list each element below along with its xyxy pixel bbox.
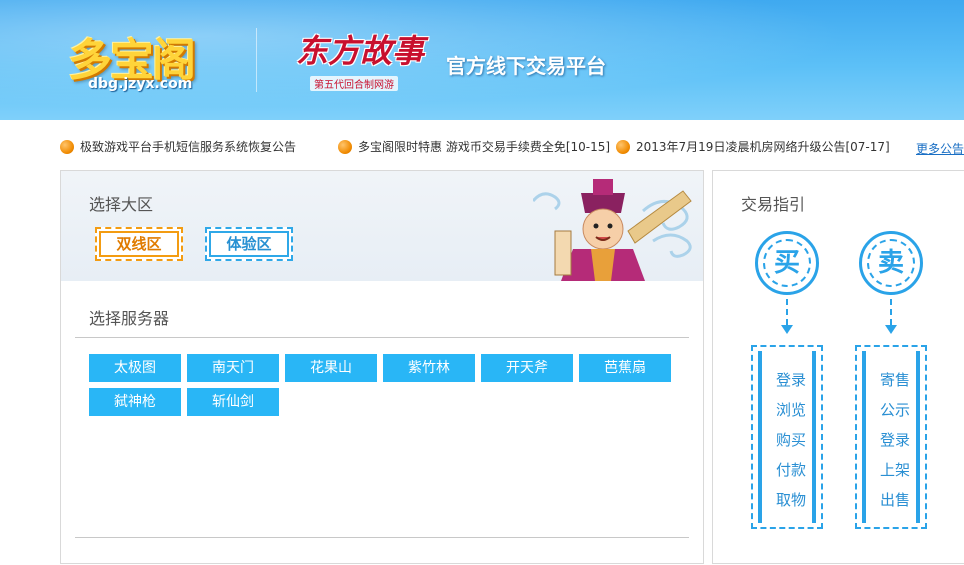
buy-steps-inner: 登录 浏览 购买 付款 取物 (758, 351, 816, 523)
game-logo-subtitle: 第五代回合制网游 (310, 76, 398, 91)
buy-icon: 买 (763, 239, 811, 287)
server-option[interactable]: 花果山 (285, 354, 377, 382)
server-select-panel: 选择大区 双线区 体验区 选择服务器 太极图 南天门 花果山 紫竹林 开天斧 芭… (60, 170, 704, 564)
buy-step[interactable]: 取物 (762, 485, 820, 515)
platform-title: 官方线下交易平台 (446, 54, 606, 78)
sell-step[interactable]: 出售 (866, 485, 924, 515)
guide-title: 交易指引 (741, 195, 806, 214)
orange-bullet-icon (338, 140, 352, 154)
game-logo[interactable]: 东方故事 第五代回合制网游 (296, 24, 436, 96)
sell-circle[interactable]: 卖 (859, 231, 923, 295)
mascot-illustration (533, 171, 703, 281)
orange-bullet-icon (616, 140, 630, 154)
sell-steps-inner: 寄售 公示 登录 上架 出售 (862, 351, 920, 523)
sell-step[interactable]: 上架 (866, 455, 924, 485)
region-label: 选择大区 (89, 195, 154, 214)
sell-step[interactable]: 登录 (866, 425, 924, 455)
server-option[interactable]: 紫竹林 (383, 354, 475, 382)
notice-text: 多宝阁限时特惠 游戏币交易手续费全免[10-15] (358, 140, 611, 154)
buy-step[interactable]: 浏览 (762, 395, 820, 425)
sell-icon: 卖 (867, 239, 915, 287)
sell-steps: 寄售 公示 登录 上架 出售 (855, 345, 927, 529)
site-logo[interactable]: 多宝阁 dbg.jzyx.com (64, 20, 224, 100)
notice-text: 极致游戏平台手机短信服务系统恢复公告 (80, 140, 297, 154)
buy-step[interactable]: 付款 (762, 455, 820, 485)
arrow-line (786, 299, 788, 325)
banner-divider (256, 28, 257, 92)
header-banner: 多宝阁 dbg.jzyx.com 东方故事 第五代回合制网游 官方线下交易平台 (0, 0, 964, 120)
arrow-down-icon (781, 325, 793, 334)
notice-text: 2013年7月19日凌晨机房网络升级公告[07-17] (636, 140, 890, 154)
region-option-trial[interactable]: 体验区 (205, 227, 293, 261)
notice-item[interactable]: 2013年7月19日凌晨机房网络升级公告[07-17] (616, 138, 890, 155)
region-block: 选择大区 双线区 体验区 (61, 171, 703, 281)
buy-step[interactable]: 购买 (762, 425, 820, 455)
server-option[interactable]: 芭蕉扇 (579, 354, 671, 382)
server-option[interactable]: 太极图 (89, 354, 181, 382)
server-option[interactable]: 斩仙剑 (187, 388, 279, 416)
notice-item[interactable]: 多宝阁限时特惠 游戏币交易手续费全免[10-15] (338, 138, 610, 155)
notice-item[interactable]: 极致游戏平台手机短信服务系统恢复公告 (60, 138, 296, 155)
arrow-line (890, 299, 892, 325)
server-label: 选择服务器 (89, 309, 170, 328)
buy-steps: 登录 浏览 购买 付款 取物 (751, 345, 823, 529)
buy-circle[interactable]: 买 (755, 231, 819, 295)
divider (75, 537, 689, 538)
arrow-down-icon (885, 325, 897, 334)
trade-guide-panel: 交易指引 买 登录 浏览 购买 付款 取物 卖 寄售 公示 登录 上架 出售 (712, 170, 964, 564)
more-notices-link[interactable]: 更多公告 (916, 140, 964, 157)
sell-step[interactable]: 公示 (866, 395, 924, 425)
region-option-dual-line[interactable]: 双线区 (95, 227, 183, 261)
server-option[interactable]: 弑神枪 (89, 388, 181, 416)
notice-bar: 极致游戏平台手机短信服务系统恢复公告 多宝阁限时特惠 游戏币交易手续费全免[10… (0, 130, 964, 164)
game-logo-text: 东方故事 (296, 32, 425, 70)
divider (75, 337, 689, 338)
logo-url: dbg.jzyx.com (88, 76, 193, 92)
server-option[interactable]: 开天斧 (481, 354, 573, 382)
orange-bullet-icon (60, 140, 74, 154)
buy-step[interactable]: 登录 (762, 365, 820, 395)
sell-step[interactable]: 寄售 (866, 365, 924, 395)
server-option[interactable]: 南天门 (187, 354, 279, 382)
